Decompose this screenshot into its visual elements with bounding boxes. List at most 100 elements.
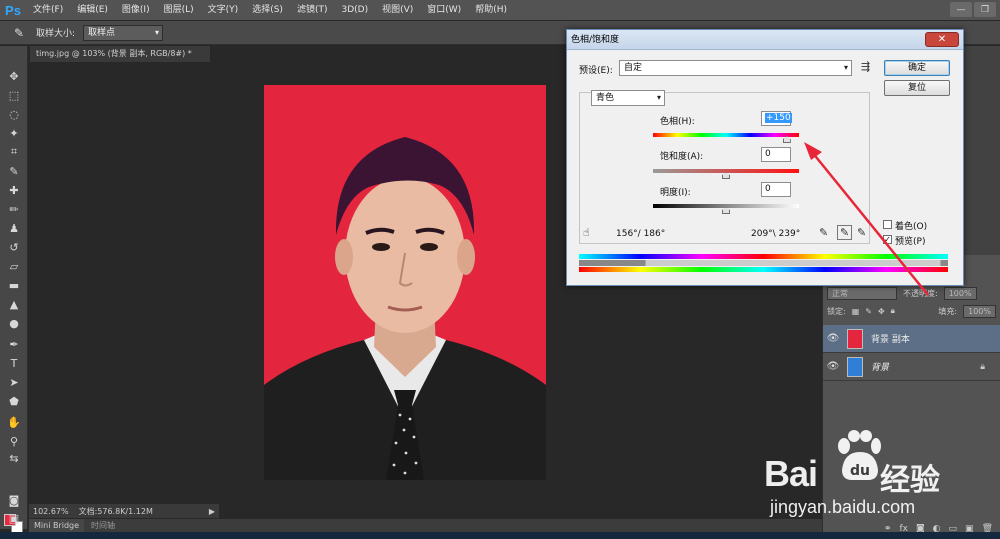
range-right-degrees: 209°\ 239° <box>751 229 801 239</box>
hue-input[interactable]: +150 <box>761 111 792 126</box>
dialog-close-button[interactable]: ✕ <box>925 32 959 47</box>
tab-mini-bridge[interactable]: Mini Bridge <box>29 519 85 532</box>
preview-label: 预览(P) <box>895 237 926 247</box>
layer-row-background-copy[interactable]: 👁︎ 背景 副本 <box>823 325 1000 353</box>
blend-row: 正常 不透明度: 100% <box>827 285 996 301</box>
eyedropper-icon[interactable]: ✎ <box>819 226 828 239</box>
doc-size: 文档:576.8K/1.12M <box>78 506 153 516</box>
preview-checkbox[interactable]: ✓ <box>883 235 892 244</box>
menu-file[interactable]: 文件(F) <box>26 0 70 20</box>
layer-name: 背景 <box>871 363 890 373</box>
brush-tool-icon[interactable]: ✏ <box>5 201 23 217</box>
lock-label: 锁定: <box>827 306 846 316</box>
lock-paint-icon[interactable]: ✎ <box>865 307 872 316</box>
fill-field[interactable]: 100% <box>963 304 996 318</box>
colorize-label: 着色(O) <box>895 222 928 232</box>
minimize-button[interactable]: — <box>950 2 972 17</box>
preset-options-icon[interactable]: ⇶ <box>861 60 870 73</box>
saturation-label: 饱和度(A): <box>660 152 704 162</box>
preset-label: 预设(E): <box>579 66 613 76</box>
adjustment-groupbox <box>579 92 870 244</box>
marquee-tool-icon[interactable]: ⬚ <box>5 87 23 103</box>
hue-saturation-dialog: 色相/饱和度 ✕ 预设(E): 自定 ⇶ 确定 复位 青色 色相(H): +15… <box>566 29 964 286</box>
lock-position-icon[interactable]: ✥ <box>878 307 885 316</box>
ok-button[interactable]: 确定 <box>884 60 950 76</box>
menu-image[interactable]: 图像(I) <box>115 0 157 20</box>
menu-select[interactable]: 选择(S) <box>245 0 290 20</box>
hue-label: 色相(H): <box>660 117 695 127</box>
type-tool-icon[interactable]: T <box>5 355 23 371</box>
id-photo <box>264 85 546 480</box>
eyedropper-icon[interactable]: ✎ <box>10 24 28 42</box>
menu-bar: Ps 文件(F) 编辑(E) 图像(I) 图层(L) 文字(Y) 选择(S) 滤… <box>0 0 1000 20</box>
menu-window[interactable]: 窗口(W) <box>420 0 468 20</box>
range-slider-bar[interactable] <box>579 260 948 266</box>
eyedropper-add-icon[interactable]: ✎ <box>837 225 853 240</box>
layer-row-background[interactable]: 👁︎ 背景 🔒︎ <box>823 353 1000 381</box>
move-tool-icon[interactable]: ✥ <box>5 68 23 84</box>
healing-tool-icon[interactable]: ✚ <box>5 182 23 198</box>
layer-thumbnail <box>847 328 863 349</box>
tab-timeline[interactable]: 时间轴 <box>86 519 121 532</box>
menu-view[interactable]: 视图(V) <box>375 0 420 20</box>
photoshop-logo: Ps <box>5 2 21 18</box>
menu-help[interactable]: 帮助(H) <box>468 0 514 20</box>
baidu-paw-icon: du <box>838 430 881 480</box>
swap-colors-icon[interactable]: ⇆ <box>5 450 23 466</box>
status-menu-arrow-icon[interactable]: ▶ <box>209 507 215 516</box>
lasso-tool-icon[interactable]: ◌ <box>5 106 23 122</box>
layer-thumbnail <box>847 356 863 377</box>
pen-tool-icon[interactable]: ✒ <box>5 336 23 352</box>
gradient-tool-icon[interactable]: ▬ <box>5 277 23 293</box>
toolbox: ✥ ⬚ ◌ ✦ ⌗ ✎ ✚ ✏ ♟ ↺ ▱ ▬ ▲ ● ✒ T ➤ ⬟ ✋ ⚲ … <box>0 46 28 533</box>
visibility-eye-icon[interactable]: 👁︎ <box>823 361 843 372</box>
shape-tool-icon[interactable]: ⬟ <box>5 393 23 409</box>
portrait-illustration <box>264 137 546 480</box>
opacity-label: 不透明度: <box>903 288 938 298</box>
targeted-adjustment-hand-icon[interactable]: ☝ <box>583 226 590 239</box>
zoom-tool-icon[interactable]: ⚲ <box>5 433 23 449</box>
lightness-input[interactable]: 0 <box>761 182 791 197</box>
reset-button[interactable]: 复位 <box>884 80 950 96</box>
zoom-level[interactable]: 102.67% <box>33 507 69 516</box>
menu-3d[interactable]: 3D(D) <box>334 0 375 20</box>
path-select-icon[interactable]: ➤ <box>5 374 23 390</box>
lock-row: 锁定: ▦ ✎ ✥ 🔒︎ 填充: 100% <box>827 303 996 319</box>
input-color-bar <box>579 254 948 259</box>
blur-tool-icon[interactable]: ▲ <box>5 296 23 312</box>
eyedropper-subtract-icon[interactable]: ✎ <box>857 226 866 239</box>
preset-select[interactable]: 自定 <box>619 60 852 76</box>
screen-mode-icon[interactable]: ▣ <box>5 510 23 526</box>
lock-all-icon[interactable]: 🔒︎ <box>891 306 895 316</box>
layer-name: 背景 副本 <box>871 335 910 345</box>
channel-select[interactable]: 青色 <box>591 90 665 106</box>
hand-tool-icon[interactable]: ✋ <box>5 414 23 430</box>
menu-layer[interactable]: 图层(L) <box>157 0 201 20</box>
lock-pixels-icon[interactable]: ▦ <box>852 307 860 316</box>
document-tab[interactable]: timg.jpg @ 103% (背景 副本, RGB/8#) * <box>30 46 210 62</box>
magic-wand-tool-icon[interactable]: ✦ <box>5 125 23 141</box>
blend-mode-select[interactable]: 正常 <box>827 286 897 300</box>
saturation-input[interactable]: 0 <box>761 147 791 162</box>
range-left-degrees: 156°/ 186° <box>616 229 666 239</box>
restore-button[interactable]: ❐ <box>974 2 996 17</box>
crop-tool-icon[interactable]: ⌗ <box>5 144 23 160</box>
menu-edit[interactable]: 编辑(E) <box>70 0 115 20</box>
windows-taskbar <box>0 532 1000 539</box>
visibility-eye-icon[interactable]: 👁︎ <box>823 333 843 344</box>
baidu-jingyan-watermark: Bai du 经验 jingyan.baidu.com <box>752 425 992 525</box>
eyedropper-tool-icon[interactable]: ✎ <box>5 163 23 179</box>
hue-slider-track[interactable] <box>653 133 799 137</box>
history-brush-icon[interactable]: ↺ <box>5 239 23 255</box>
quick-mask-icon[interactable]: ◙ <box>5 492 23 508</box>
eraser-tool-icon[interactable]: ▱ <box>5 258 23 274</box>
menu-type[interactable]: 文字(Y) <box>201 0 246 20</box>
sample-size-select[interactable]: 取样点 <box>83 24 164 41</box>
watermark-brand-suffix: 经验 <box>880 463 940 498</box>
opacity-field[interactable]: 100% <box>943 286 977 300</box>
stamp-tool-icon[interactable]: ♟ <box>5 220 23 236</box>
dodge-tool-icon[interactable]: ● <box>5 315 23 331</box>
colorize-checkbox[interactable] <box>883 220 892 229</box>
fill-label: 填充: <box>938 306 958 316</box>
menu-filter[interactable]: 滤镜(T) <box>290 0 335 20</box>
